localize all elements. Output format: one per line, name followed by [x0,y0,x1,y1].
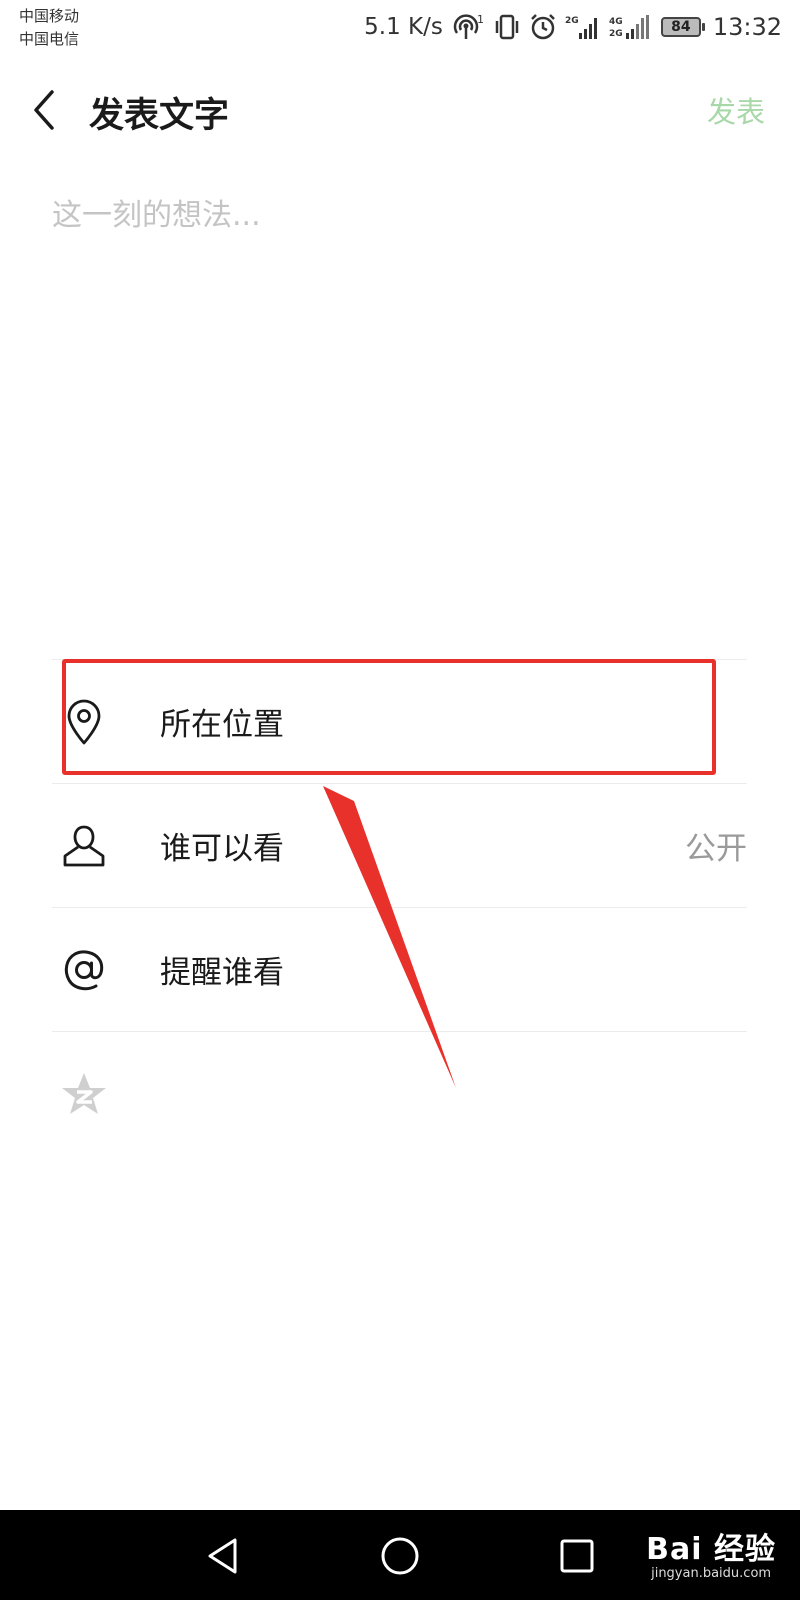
vibrate-icon [493,13,521,41]
option-location-label: 所在位置 [160,707,284,743]
network-speed: 5.1 K/s [364,14,443,40]
signal-icon: 4G 2G [609,13,653,41]
post-options: 所在位置 谁可以看 公开 提醒谁看 [52,659,747,1155]
nav-recents-button[interactable] [549,1528,605,1584]
signal-2-label-top: 4G [609,17,623,27]
status-bar: 中国移动 中国电信 5.1 K/s 1 2G 4G 2G 84 13:32 [0,0,800,54]
navigation-bar: Bai 经验 jingyan.baidu.com [0,1510,800,1600]
qzone-star-icon[interactable] [60,1070,108,1118]
signal-2-label-bottom: 2G [609,29,623,39]
home-circle-icon [381,1537,419,1575]
signal-1-label: 2G [565,16,579,26]
watermark-url: jingyan.baidu.com [651,1566,772,1581]
signal-icon: 2G [565,13,601,41]
option-visibility[interactable]: 谁可以看 公开 [52,783,747,907]
carrier-1: 中国移动 [19,7,80,25]
hotspot-icon: 1 [451,13,485,41]
carrier-info: 中国移动 中国电信 [19,5,79,51]
back-button[interactable] [24,86,64,134]
battery-indicator: 84 [660,17,705,37]
nav-home-button[interactable] [372,1528,428,1584]
post-text-input[interactable] [52,190,748,610]
option-mention[interactable]: 提醒谁看 [52,907,747,1031]
publish-button[interactable]: 发表 [707,89,765,131]
option-visibility-label: 谁可以看 [160,831,284,867]
nav-back-button[interactable] [196,1528,252,1584]
battery-level: 84 [660,17,701,37]
battery-tip [701,23,705,31]
location-pin-icon [60,698,108,746]
alarm-icon [529,13,557,41]
watermark-logo: Bai 经验 [646,1532,776,1567]
person-icon [60,822,108,870]
chevron-left-icon [34,90,54,130]
option-qzone[interactable] [52,1031,747,1155]
page-title: 发表文字 [89,96,230,136]
option-mention-label: 提醒谁看 [160,955,284,991]
option-visibility-value: 公开 [685,831,747,867]
watermark: Bai 经验 jingyan.baidu.com [646,1524,776,1581]
status-indicators: 5.1 K/s 1 2G 4G 2G 84 13:32 [364,12,782,42]
recents-square-icon [560,1539,594,1573]
at-icon [60,946,108,994]
carrier-2: 中国电信 [19,30,80,48]
back-triangle-icon [208,1538,237,1574]
header: 发表文字 发表 [0,70,800,150]
status-time: 13:32 [712,13,782,41]
hotspot-badge: 1 [477,13,484,26]
option-location[interactable]: 所在位置 [52,659,747,783]
